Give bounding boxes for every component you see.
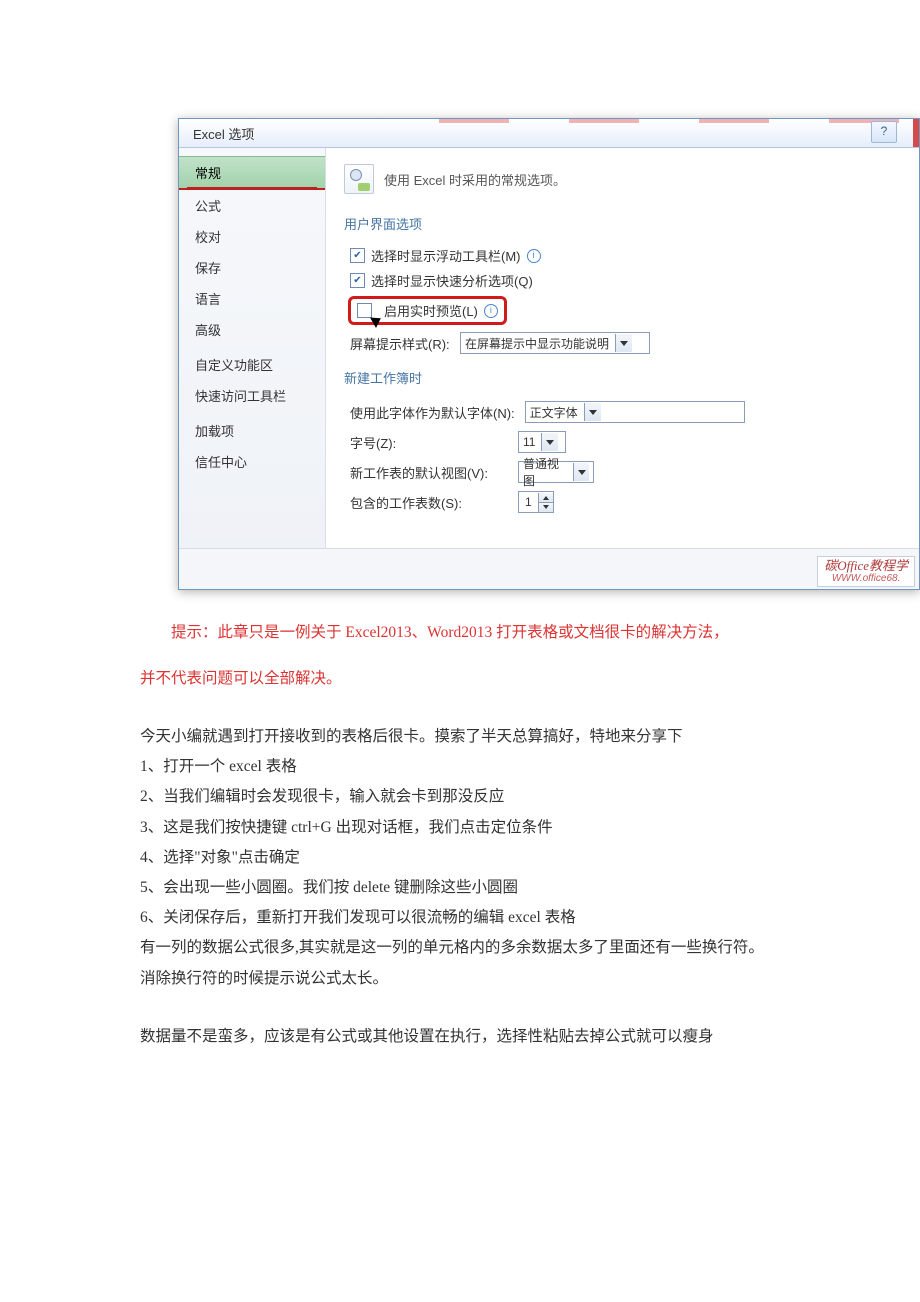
intro-line: 今天小编就遇到打开接收到的表格后很卡。摸索了半天总算搞好，特地来分享下 — [140, 722, 800, 752]
checkbox-floating-toolbar-label: 选择时显示浮动工具栏(M) — [371, 246, 521, 265]
checkbox-live-preview[interactable] — [357, 303, 372, 318]
titlebar: Excel 选项 ? — [179, 119, 919, 148]
step-5: 5、会出现一些小圆圈。我们按 delete 键删除这些小圆圈 — [140, 873, 800, 903]
sidebar-item-save[interactable]: 保存 — [179, 252, 325, 283]
spinner-down-icon[interactable] — [539, 503, 553, 512]
tip-lead: 提示： — [171, 624, 218, 641]
watermark: 碳Office教程学 WWW.office68. — [817, 556, 915, 587]
step-2: 2、当我们编辑时会发现很卡，输入就会卡到那没反应 — [140, 782, 800, 812]
screentip-label: 屏幕提示样式(R): — [350, 334, 450, 353]
checkbox-floating-toolbar[interactable] — [350, 248, 365, 263]
checkbox-floating-toolbar-row: 选择时显示浮动工具栏(M) i — [344, 243, 909, 268]
spinner-up-icon[interactable] — [539, 493, 553, 503]
screentip-value: 在屏幕提示中显示功能说明 — [465, 335, 609, 352]
sidebar-item-formula[interactable]: 公式 — [179, 190, 325, 221]
checkbox-quick-analysis-label: 选择时显示快速分析选项(Q) — [371, 271, 533, 290]
extra-1: 有一列的数据公式很多,其实就是这一列的单元格内的多余数据太多了里面还有一些换行符… — [140, 933, 800, 963]
decorative-strips — [439, 119, 899, 123]
highlight-live-preview: 启用实时预览(L) i — [348, 296, 507, 325]
screentip-row: 屏幕提示样式(R): 在屏幕提示中显示功能说明 — [344, 328, 909, 358]
chevron-down-icon — [615, 334, 632, 352]
chevron-down-icon — [541, 433, 558, 451]
sidebar-item-proofing[interactable]: 校对 — [179, 221, 325, 252]
extra-2: 消除换行符的时候提示说公式太长。 — [140, 964, 800, 994]
checkbox-quick-analysis-row: 选择时显示快速分析选项(Q) — [344, 268, 909, 293]
tip-paragraph: 提示：此章只是一例关于 Excel2013、Word2013 打开表格或文档很卡… — [140, 618, 800, 648]
size-row: 字号(Z): 11 — [344, 427, 909, 457]
content-pane: 使用 Excel 时采用的常规选项。 用户界面选项 选择时显示浮动工具栏(M) … — [326, 148, 919, 548]
sidebar-item-language[interactable]: 语言 — [179, 283, 325, 314]
dialog-footer: 碳Office教程学 WWW.office68. — [179, 548, 919, 589]
close-icon[interactable] — [913, 119, 919, 147]
watermark-line2: WWW.office68. — [824, 573, 908, 584]
step-6: 6、关闭保存后，重新打开我们发现可以很流畅的编辑 excel 表格 — [140, 903, 800, 933]
checkbox-quick-analysis[interactable] — [350, 273, 365, 288]
sheets-value: 1 — [519, 495, 538, 509]
screentip-select[interactable]: 在屏幕提示中显示功能说明 — [460, 332, 650, 354]
size-label: 字号(Z): — [350, 433, 508, 452]
tip-line2: 并不代表问题可以全部解决。 — [140, 664, 800, 694]
sheets-row: 包含的工作表数(S): 1 — [344, 487, 909, 517]
view-value: 普通视图 — [523, 455, 567, 489]
headline-text: 使用 Excel 时采用的常规选项。 — [384, 170, 566, 189]
last-line: 数据量不是蛮多，应该是有公式或其他设置在执行，选择性粘贴去掉公式就可以瘦身 — [140, 1022, 800, 1052]
view-label: 新工作表的默认视图(V): — [350, 463, 508, 482]
step-3: 3、这是我们按快捷键 ctrl+G 出现对话框，我们点击定位条件 — [140, 813, 800, 843]
view-row: 新工作表的默认视图(V): 普通视图 — [344, 457, 909, 487]
body-block: 今天小编就遇到打开接收到的表格后很卡。摸索了半天总算搞好，特地来分享下 1、打开… — [140, 722, 800, 994]
checkbox-live-preview-row: 启用实时预览(L) i — [344, 293, 909, 328]
step-1: 1、打开一个 excel 表格 — [140, 752, 800, 782]
dialog-body: 常规 公式 校对 保存 语言 高级 自定义功能区 快速访问工具栏 加载项 信任中… — [179, 148, 919, 548]
font-select[interactable]: 正文字体 — [525, 401, 745, 423]
sidebar-item-general[interactable]: 常规 — [179, 156, 325, 190]
sheets-label: 包含的工作表数(S): — [350, 493, 508, 512]
checkbox-live-preview-label: 启用实时预览(L) — [384, 301, 478, 320]
tip-rest: 此章只是一例关于 Excel2013、Word2013 打开表格或文档很卡的解决… — [218, 624, 729, 641]
sidebar-item-trust[interactable]: 信任中心 — [179, 446, 325, 477]
info-icon[interactable]: i — [527, 249, 541, 263]
view-select[interactable]: 普通视图 — [518, 461, 594, 483]
excel-options-dialog: Excel 选项 ? 常规 公式 校对 保存 语言 高级 自定义功能区 快速访问… — [178, 118, 920, 590]
font-label: 使用此字体作为默认字体(N): — [350, 403, 515, 422]
watermark-line1: 碳Office教程学 — [824, 559, 908, 573]
chevron-down-icon — [573, 463, 589, 481]
size-value: 11 — [523, 435, 535, 449]
font-row: 使用此字体作为默认字体(N): 正文字体 — [344, 397, 909, 427]
general-options-icon — [344, 164, 374, 194]
font-value: 正文字体 — [530, 404, 578, 421]
size-select[interactable]: 11 — [518, 431, 566, 453]
dialog-title: Excel 选项 — [193, 124, 254, 143]
last-block: 数据量不是蛮多，应该是有公式或其他设置在执行，选择性粘贴去掉公式就可以瘦身 — [140, 1022, 800, 1052]
sidebar-item-advanced[interactable]: 高级 — [179, 314, 325, 345]
sidebar-item-addins[interactable]: 加载项 — [179, 415, 325, 446]
group-new-label: 新建工作簿时 — [344, 368, 909, 387]
sidebar-item-qat[interactable]: 快速访问工具栏 — [179, 380, 325, 411]
help-button[interactable]: ? — [871, 121, 897, 143]
headline-row: 使用 Excel 时采用的常规选项。 — [344, 160, 909, 204]
article: 提示：此章只是一例关于 Excel2013、Word2013 打开表格或文档很卡… — [140, 618, 800, 1052]
info-icon[interactable]: i — [484, 304, 498, 318]
group-ui-label: 用户界面选项 — [344, 214, 909, 233]
spinner-buttons[interactable] — [538, 493, 553, 512]
step-4: 4、选择"对象"点击确定 — [140, 843, 800, 873]
sheets-spinner[interactable]: 1 — [518, 491, 554, 513]
sidebar: 常规 公式 校对 保存 语言 高级 自定义功能区 快速访问工具栏 加载项 信任中… — [179, 148, 326, 548]
sidebar-item-customize-ribbon[interactable]: 自定义功能区 — [179, 349, 325, 380]
chevron-down-icon — [584, 403, 601, 421]
